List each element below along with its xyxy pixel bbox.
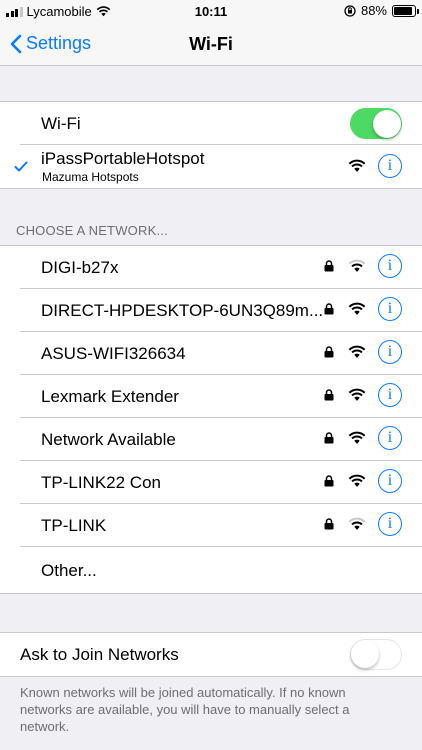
lock-icon (324, 475, 334, 487)
network-row[interactable]: DIGI-b27x i (0, 246, 422, 289)
info-icon[interactable]: i (378, 512, 402, 536)
ask-to-join-row: Ask to Join Networks (0, 633, 422, 676)
network-row[interactable]: TP-LINK i (0, 504, 422, 547)
connected-network-subtitle: Mazuma Hotspots (42, 170, 139, 184)
wifi-strength-icon (348, 517, 366, 530)
network-row[interactable]: Network Available i (0, 418, 422, 461)
wifi-toggle[interactable] (350, 108, 402, 139)
info-icon[interactable]: i (378, 340, 402, 364)
wifi-strength-icon (348, 431, 366, 444)
network-icons: i (324, 383, 402, 407)
info-icon[interactable]: i (378, 297, 402, 321)
wifi-strength-icon (348, 345, 366, 358)
ask-to-join-toggle[interactable] (350, 639, 402, 670)
other-network-row[interactable]: Other... (0, 547, 422, 593)
orientation-lock-icon (344, 4, 356, 17)
network-name: DIGI-b27x (41, 258, 119, 277)
network-icons: i (324, 254, 402, 278)
lock-icon (324, 260, 334, 272)
network-icons: i (324, 512, 402, 536)
ask-to-join-group: Ask to Join Networks (0, 632, 422, 677)
status-bar: Lycamobile 10:11 88% (0, 0, 422, 24)
info-icon[interactable]: i (378, 254, 402, 278)
wifi-label: Wi-Fi (41, 114, 81, 133)
lock-icon (324, 518, 334, 530)
network-row[interactable]: Lexmark Extender i (0, 375, 422, 418)
lock-icon (324, 432, 334, 444)
status-right: 88% (344, 3, 419, 18)
wifi-group: Wi-Fi iPassPortableHotspot Mazuma Hotspo… (0, 101, 422, 189)
page-title: Wi-Fi (189, 34, 233, 54)
lock-icon (324, 389, 334, 401)
network-name: Lexmark Extender (41, 387, 179, 406)
network-list: DIGI-b27x i DIRECT-HPDESKTOP-6UN3Q89m... i A… (0, 245, 422, 594)
network-name: Network Available (41, 430, 176, 449)
wifi-strength-icon (348, 259, 366, 272)
lock-icon (324, 346, 334, 358)
network-row[interactable]: TP-LINK22 Con i (0, 461, 422, 504)
navigation-bar: Settings Wi-Fi (0, 24, 422, 66)
info-icon[interactable]: i (378, 383, 402, 407)
info-icon[interactable]: i (378, 154, 402, 178)
wifi-strength-icon (348, 388, 366, 401)
connected-network-name: iPassPortableHotspot (41, 149, 205, 168)
connected-network-row[interactable]: iPassPortableHotspot Mazuma Hotspots i (0, 145, 422, 188)
network-icons: i (324, 297, 402, 321)
wifi-strength-icon (348, 159, 366, 172)
network-icons: i (324, 340, 402, 364)
network-row[interactable]: DIRECT-HPDESKTOP-6UN3Q89m... i (0, 289, 422, 332)
network-row[interactable]: ASUS-WIFI326634 i (0, 332, 422, 375)
wifi-toggle-row: Wi-Fi (0, 102, 422, 145)
network-name: ASUS-WIFI326634 (41, 344, 186, 363)
network-icons: i (324, 426, 402, 450)
other-network-label: Other... (41, 561, 97, 580)
checkmark-icon (14, 161, 28, 172)
battery-percent: 88% (360, 3, 387, 18)
footer-note: Known networks will be joined automatica… (20, 685, 350, 734)
battery-fill (394, 6, 412, 15)
network-name: TP-LINK22 Con (41, 473, 161, 492)
network-name: TP-LINK (41, 516, 107, 535)
lock-icon (324, 303, 334, 315)
network-name: DIRECT-HPDESKTOP-6UN3Q89m... (41, 301, 324, 320)
ask-to-join-label: Ask to Join Networks (20, 645, 179, 664)
info-icon[interactable]: i (378, 469, 402, 493)
info-icon[interactable]: i (378, 426, 402, 450)
wifi-strength-icon (348, 302, 366, 315)
wifi-strength-icon (348, 474, 366, 487)
network-icons: i (324, 469, 402, 493)
battery-icon (392, 4, 419, 17)
section-header: CHOOSE A NETWORK... (16, 223, 168, 238)
